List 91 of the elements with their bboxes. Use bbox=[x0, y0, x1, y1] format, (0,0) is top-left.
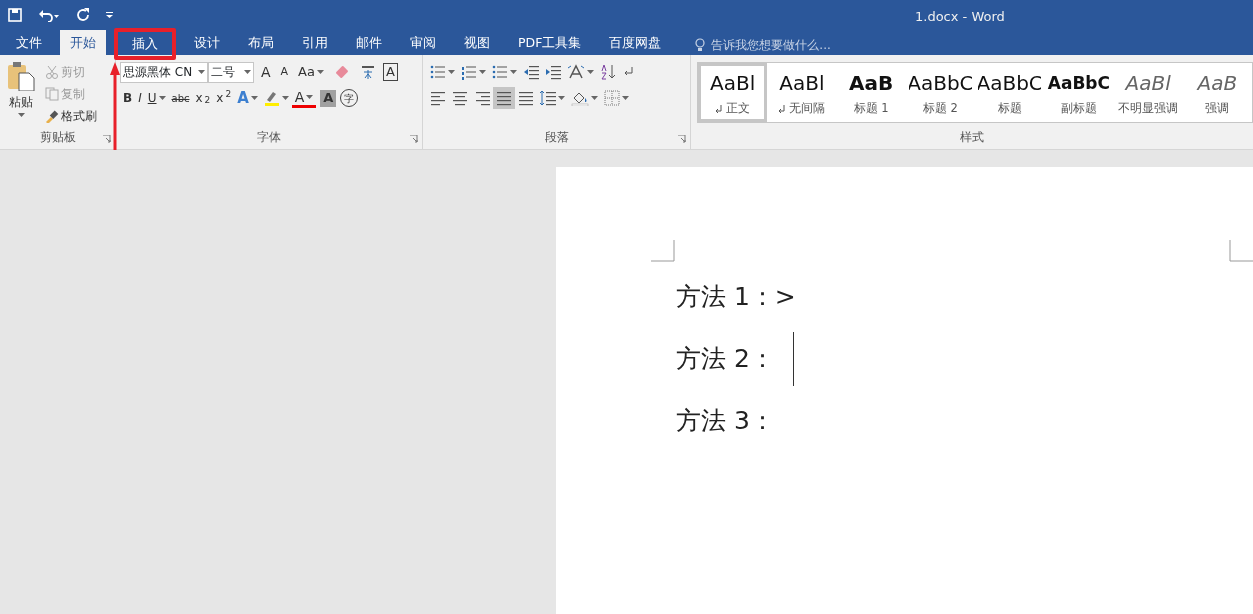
group-label: 段落 bbox=[544, 130, 569, 144]
caret-icon bbox=[510, 70, 517, 74]
lightbulb-icon bbox=[695, 38, 706, 52]
group-label: 剪贴板 bbox=[39, 130, 76, 144]
style-gallery-item[interactable]: AaB 强调 bbox=[1182, 63, 1252, 122]
style-gallery-item[interactable]: AaBl 无间隔 bbox=[767, 63, 837, 122]
group-label: 字体 bbox=[257, 130, 281, 144]
ribbon-tab[interactable]: 设计 bbox=[184, 30, 230, 55]
distributed-icon bbox=[518, 90, 534, 106]
superscript-button[interactable]: x$^{2}$ bbox=[213, 87, 235, 109]
caret-icon bbox=[281, 96, 289, 100]
caret-icon bbox=[587, 70, 594, 74]
redo-icon bbox=[76, 8, 90, 22]
bold-button[interactable]: B bbox=[120, 87, 136, 109]
ribbon-tab[interactable]: 视图 bbox=[454, 30, 500, 55]
ribbon-tab[interactable]: 插入 bbox=[114, 28, 176, 60]
document-text: 方法 1：> bbox=[676, 281, 796, 313]
increase-indent-icon bbox=[545, 64, 561, 80]
format-painter-button[interactable]: 格式刷 bbox=[42, 105, 100, 127]
grow-font-button[interactable]: A bbox=[258, 61, 274, 83]
caret-icon bbox=[17, 113, 25, 117]
ribbon-tab[interactable]: 布局 bbox=[238, 30, 284, 55]
decrease-indent-icon bbox=[523, 64, 539, 80]
dialog-launcher-icon bbox=[410, 135, 418, 143]
group-label: 样式 bbox=[960, 130, 984, 144]
caret-icon bbox=[158, 96, 166, 100]
ribbon-tab[interactable]: PDF工具集 bbox=[508, 30, 592, 55]
style-gallery-item[interactable]: AaBl 不明显强调 bbox=[1113, 63, 1183, 122]
borders-icon bbox=[604, 90, 620, 106]
multilevel-list-icon bbox=[492, 64, 508, 80]
bulleted-list-icon bbox=[430, 64, 446, 80]
text-effects-button[interactable]: A bbox=[234, 87, 261, 109]
caret-icon bbox=[198, 70, 205, 74]
caret-icon bbox=[479, 70, 486, 74]
clipboard-icon bbox=[6, 61, 36, 91]
align-left-icon bbox=[430, 90, 446, 106]
paintbrush-icon bbox=[45, 109, 59, 123]
ribbon-tab[interactable]: 文件 bbox=[6, 30, 52, 55]
paint-bucket-icon bbox=[571, 90, 589, 106]
strikethrough-button[interactable]: abc bbox=[168, 87, 193, 109]
caret-icon bbox=[591, 96, 598, 100]
window-title: 1.docx - Word bbox=[915, 8, 1005, 26]
character-shading-button[interactable]: A bbox=[320, 89, 337, 107]
font-size-dropdown[interactable]: 二号 bbox=[208, 61, 254, 83]
character-border-button[interactable]: A bbox=[382, 63, 398, 81]
margin-corner-icon bbox=[651, 240, 675, 262]
style-gallery-item[interactable]: AaBl 正文 bbox=[698, 63, 768, 122]
style-gallery-item[interactable]: AaB 标题 1 bbox=[836, 63, 906, 122]
align-center-icon bbox=[452, 90, 468, 106]
document-text: 方法 3： bbox=[676, 405, 775, 437]
numbered-list-icon bbox=[461, 64, 477, 80]
document-text: 方法 2： bbox=[676, 343, 775, 375]
scissors-icon bbox=[45, 65, 59, 79]
italic-button[interactable]: I bbox=[135, 87, 145, 109]
justify-icon bbox=[496, 90, 512, 106]
ribbon-tab[interactable]: 开始 bbox=[60, 30, 106, 55]
caret-icon bbox=[622, 96, 629, 100]
underline-button[interactable]: U bbox=[144, 87, 169, 109]
sort-icon bbox=[600, 64, 616, 80]
highlighter-icon bbox=[263, 90, 280, 106]
ribbon-tab[interactable]: 邮件 bbox=[346, 30, 392, 55]
undo-icon bbox=[38, 8, 60, 22]
change-case-button[interactable]: Aa bbox=[295, 61, 327, 83]
caret-icon bbox=[316, 70, 324, 74]
chinese-layout-icon bbox=[567, 64, 585, 80]
caret-icon bbox=[244, 70, 251, 74]
ribbon-tab[interactable]: 引用 bbox=[292, 30, 338, 55]
ribbon-tab[interactable]: 百度网盘 bbox=[599, 30, 672, 55]
style-gallery-item[interactable]: AaBbC 副标题 bbox=[1044, 63, 1114, 122]
caret-icon bbox=[306, 95, 314, 99]
align-right-icon bbox=[474, 90, 490, 106]
justify-button[interactable] bbox=[493, 87, 515, 109]
phonetic-guide-icon bbox=[359, 64, 376, 80]
text-cursor bbox=[792, 332, 794, 386]
shrink-font-button[interactable]: A bbox=[277, 61, 292, 83]
dialog-launcher-icon bbox=[678, 135, 686, 143]
caret-icon bbox=[250, 96, 258, 100]
margin-corner-icon bbox=[1229, 240, 1253, 262]
copy-icon bbox=[45, 87, 59, 101]
dialog-launcher-icon bbox=[103, 135, 111, 143]
caret-icon bbox=[448, 70, 455, 74]
subscript-button[interactable]: x$_{2}$ bbox=[192, 87, 214, 109]
font-color-button[interactable]: A bbox=[291, 88, 317, 108]
paste-button[interactable]: 粘贴 bbox=[4, 61, 38, 123]
save-icon bbox=[8, 8, 22, 22]
customize-icon bbox=[106, 11, 114, 19]
tell-me-field[interactable]: 告诉我您想要做什么... bbox=[709, 35, 870, 55]
caret-icon bbox=[558, 96, 565, 100]
font-name-dropdown[interactable]: 思源黑体 CN bbox=[120, 61, 208, 83]
ribbon-tab[interactable]: 审阅 bbox=[400, 30, 446, 55]
line-spacing-icon bbox=[540, 90, 556, 106]
